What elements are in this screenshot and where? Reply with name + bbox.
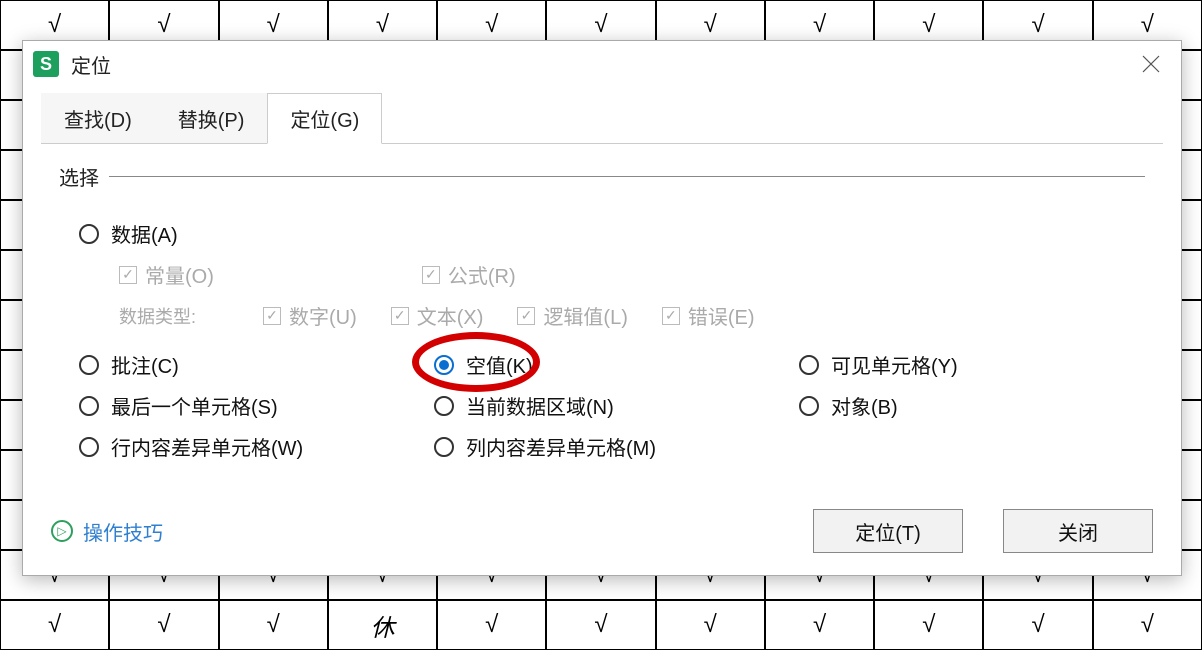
- radio-coldiff[interactable]: 列内容差异单元格(M): [434, 432, 799, 461]
- check-errors: ✓ 错误(E): [662, 301, 755, 330]
- radio-label: 对象(B): [831, 391, 898, 420]
- option-row-data: 数据(A): [59, 213, 1145, 254]
- section-header: 选择: [59, 162, 1145, 191]
- dialog-footer: ▷ 操作技巧 定位(T) 关闭: [23, 491, 1181, 575]
- check-constants: ✓ 常量(O): [119, 260, 214, 289]
- tabs: 查找(D) 替换(P) 定位(G): [23, 85, 1181, 144]
- goto-dialog: S 定位 查找(D) 替换(P) 定位(G) 选择 数据(A) ✓ 常量: [22, 40, 1182, 576]
- radio-icon: [79, 224, 99, 244]
- dialog-title: 定位: [71, 50, 111, 79]
- radio-icon: [799, 355, 819, 375]
- checkbox-icon: ✓: [422, 266, 440, 284]
- check-label: 文本(X): [417, 301, 484, 330]
- radio-visible[interactable]: 可见单元格(Y): [799, 350, 1135, 379]
- checkbox-icon: ✓: [119, 266, 137, 284]
- grid-cell[interactable]: √: [874, 600, 983, 650]
- check-text: ✓ 文本(X): [391, 301, 484, 330]
- tab-goto[interactable]: 定位(G): [267, 93, 382, 144]
- radio-objects[interactable]: 对象(B): [799, 391, 1135, 420]
- checkbox-icon: ✓: [517, 307, 535, 325]
- radio-icon: [79, 437, 99, 457]
- grid-cell[interactable]: √: [437, 600, 546, 650]
- radio-comments[interactable]: 批注(C): [79, 350, 434, 379]
- radio-curregion[interactable]: 当前数据区域(N): [434, 391, 799, 420]
- grid-cell[interactable]: √: [765, 600, 874, 650]
- checkbox-icon: ✓: [391, 307, 409, 325]
- checkbox-icon: ✓: [662, 307, 680, 325]
- grid-cell[interactable]: √: [1093, 600, 1202, 650]
- tips-label: 操作技巧: [83, 517, 163, 546]
- radio-icon-selected: [434, 355, 454, 375]
- radio-label: 当前数据区域(N): [466, 391, 614, 420]
- grid-cell[interactable]: √: [109, 600, 218, 650]
- close-icon: [1140, 53, 1162, 75]
- radio-data[interactable]: 数据(A): [79, 219, 178, 248]
- radio-blanks[interactable]: 空值(K): [434, 350, 799, 379]
- dialog-content: 选择 数据(A) ✓ 常量(O) ✓ 公式(R): [41, 143, 1163, 491]
- check-logical: ✓ 逻辑值(L): [517, 301, 627, 330]
- tab-find[interactable]: 查找(D): [41, 93, 155, 144]
- grid-cell[interactable]: √: [983, 600, 1092, 650]
- grid-cell[interactable]: √: [546, 600, 655, 650]
- check-label: 常量(O): [145, 260, 214, 289]
- option-row-4: 行内容差异单元格(W) 列内容差异单元格(M): [59, 426, 1145, 467]
- radio-label: 可见单元格(Y): [831, 350, 958, 379]
- check-label: 公式(R): [448, 260, 516, 289]
- radio-icon: [434, 437, 454, 457]
- check-formulas: ✓ 公式(R): [422, 260, 516, 289]
- grid-cell[interactable]: √: [0, 600, 109, 650]
- grid-cell[interactable]: 休: [328, 600, 437, 650]
- divider: [109, 176, 1145, 177]
- play-icon: ▷: [51, 520, 73, 542]
- check-numbers: ✓ 数字(U): [263, 301, 357, 330]
- check-label: 数字(U): [289, 301, 357, 330]
- radio-label: 列内容差异单元格(M): [466, 432, 656, 461]
- radio-icon: [79, 355, 99, 375]
- tab-replace[interactable]: 替换(P): [155, 93, 268, 144]
- app-icon: S: [33, 51, 59, 77]
- option-row-2: 批注(C) 空值(K) 可见单元格(Y): [59, 344, 1145, 385]
- checkbox-icon: ✓: [263, 307, 281, 325]
- option-row-3: 最后一个单元格(S) 当前数据区域(N) 对象(B): [59, 385, 1145, 426]
- grid-cell[interactable]: √: [656, 600, 765, 650]
- radio-label: 空值(K): [466, 350, 533, 379]
- dialog-titlebar: S 定位: [23, 41, 1181, 85]
- tips-link[interactable]: ▷ 操作技巧: [51, 517, 163, 546]
- radio-icon: [434, 396, 454, 416]
- radio-icon: [799, 396, 819, 416]
- datatype-label: 数据类型:: [119, 303, 229, 329]
- radio-icon: [79, 396, 99, 416]
- close-button[interactable]: [1131, 49, 1171, 79]
- radio-label: 最后一个单元格(S): [111, 391, 278, 420]
- radio-label: 行内容差异单元格(W): [111, 432, 303, 461]
- goto-button[interactable]: 定位(T): [813, 509, 963, 553]
- radio-rowdiff[interactable]: 行内容差异单元格(W): [79, 432, 434, 461]
- grid-cell[interactable]: √: [219, 600, 328, 650]
- radio-lastcell[interactable]: 最后一个单元格(S): [79, 391, 434, 420]
- data-sub-options: ✓ 常量(O) ✓ 公式(R) 数据类型: ✓ 数字(U) ✓ 文本(X): [59, 254, 1145, 336]
- close-dialog-button[interactable]: 关闭: [1003, 509, 1153, 553]
- section-label: 选择: [59, 162, 99, 191]
- radio-label: 数据(A): [111, 219, 178, 248]
- radio-label: 批注(C): [111, 350, 179, 379]
- footer-buttons: 定位(T) 关闭: [813, 509, 1153, 553]
- check-label: 逻辑值(L): [543, 301, 627, 330]
- check-label: 错误(E): [688, 301, 755, 330]
